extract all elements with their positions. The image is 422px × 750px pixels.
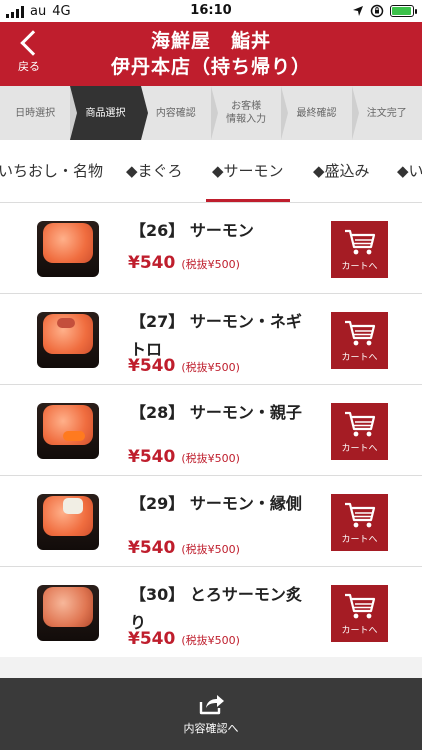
product-price: ¥540 (税抜¥500) <box>128 629 240 649</box>
product-name: 【26】 サーモン <box>130 221 254 240</box>
proceed-to-confirm-button[interactable]: 内容確認へ <box>0 678 422 750</box>
product-price: ¥540 (税抜¥500) <box>128 538 240 558</box>
product-price: ¥540 (税抜¥500) <box>128 447 240 467</box>
price-tax-excluded: (税抜¥500) <box>181 258 240 271</box>
page-title: 海鮮屋 鮨丼 伊丹本店（持ち帰り） <box>60 28 362 80</box>
tab-more[interactable]: ◆い <box>397 140 422 202</box>
cart-button-label: カートへ <box>341 626 378 636</box>
add-to-cart-button[interactable]: カートへ <box>331 585 388 642</box>
status-right <box>352 4 417 18</box>
product-image <box>33 304 103 374</box>
title-line-1: 海鮮屋 鮨丼 <box>150 30 271 52</box>
step-product-select: 商品選択 <box>70 86 149 140</box>
orientation-lock-icon <box>370 4 384 18</box>
price-tax-excluded: (税抜¥500) <box>181 634 240 647</box>
product-image <box>33 577 103 647</box>
product-image <box>33 486 103 556</box>
step-label: 内容確認 <box>155 107 196 119</box>
step-confirm: 内容確認 <box>141 86 219 140</box>
price-value: ¥540 <box>128 629 176 649</box>
shopping-cart-icon <box>344 320 375 346</box>
order-progress-steps: 日時選択 商品選択 内容確認 お客様 情報入力 最終確認 注文完了 <box>0 86 422 140</box>
price-value: ¥540 <box>128 538 176 558</box>
share-arrow-icon <box>199 695 224 715</box>
price-tax-excluded: (税抜¥500) <box>181 452 240 465</box>
product-price: ¥540 (税抜¥500) <box>128 253 240 273</box>
tab-assorted[interactable]: ◆盛込み <box>313 140 370 202</box>
shopping-cart-icon <box>344 411 375 437</box>
shopping-cart-icon <box>344 229 375 255</box>
step-label: お客様 情報入力 <box>226 101 267 125</box>
product-list: 【26】 サーモン ¥540 (税抜¥500) カートへ 【27】 サーモン・ネギ… <box>0 202 422 657</box>
cart-button-label: カートへ <box>341 262 378 272</box>
location-icon <box>353 6 363 16</box>
proceed-label: 内容確認へ <box>183 722 239 735</box>
product-image <box>33 395 103 465</box>
product-item[interactable]: 【30】 とろサーモン炙り ¥540 (税抜¥500) カートへ <box>0 566 422 657</box>
product-price: ¥540 (税抜¥500) <box>128 356 240 376</box>
step-label: 日時選択 <box>15 107 56 119</box>
tab-salmon[interactable]: ◆サーモン <box>206 140 290 202</box>
step-label: 最終確認 <box>296 107 337 119</box>
step-label: 注文完了 <box>366 107 407 119</box>
product-name: 【28】 サーモン・親子 <box>130 403 302 422</box>
back-label: 戻る <box>18 60 40 73</box>
price-value: ¥540 <box>128 253 176 273</box>
product-name: 【29】 サーモン・縁側 <box>130 494 302 513</box>
chevron-left-icon <box>20 30 46 56</box>
shopping-cart-icon <box>344 502 375 528</box>
price-value: ¥540 <box>128 356 176 376</box>
step-final-check: 最終確認 <box>281 86 360 140</box>
product-item[interactable]: 【28】 サーモン・親子 ¥540 (税抜¥500) カートへ <box>0 384 422 475</box>
cart-button-label: カートへ <box>341 353 378 363</box>
product-image <box>33 213 103 283</box>
step-customer-info: お客様 情報入力 <box>211 86 289 140</box>
tab-recommended[interactable]: いちおし・名物 <box>0 140 103 202</box>
add-to-cart-button[interactable]: カートへ <box>331 312 388 369</box>
status-bar: au 4G 16:10 <box>0 0 422 22</box>
tab-tuna[interactable]: ◆まぐろ <box>126 140 183 202</box>
product-item[interactable]: 【29】 サーモン・縁側 ¥540 (税抜¥500) カートへ <box>0 475 422 566</box>
price-tax-excluded: (税抜¥500) <box>181 543 240 556</box>
step-label: 商品選択 <box>85 107 126 119</box>
price-tax-excluded: (税抜¥500) <box>181 361 240 374</box>
battery-icon <box>390 5 417 17</box>
product-item[interactable]: 【26】 サーモン ¥540 (税抜¥500) カートへ <box>0 202 422 293</box>
title-line-2: 伊丹本店（持ち帰り） <box>110 56 311 78</box>
cart-button-label: カートへ <box>341 535 378 545</box>
category-tabs: いちおし・名物 ◆まぐろ ◆サーモン ◆盛込み ◆い <box>0 140 422 202</box>
step-datetime: 日時選択 <box>0 86 78 140</box>
step-complete: 注文完了 <box>352 86 422 140</box>
add-to-cart-button[interactable]: カートへ <box>331 494 388 551</box>
back-button[interactable]: 戻る <box>0 22 58 86</box>
add-to-cart-button[interactable]: カートへ <box>331 221 388 278</box>
app-header: 戻る 海鮮屋 鮨丼 伊丹本店（持ち帰り） <box>0 22 422 86</box>
shopping-cart-icon <box>344 593 375 619</box>
add-to-cart-button[interactable]: カートへ <box>331 403 388 460</box>
cart-button-label: カートへ <box>341 444 378 454</box>
product-item[interactable]: 【27】 サーモン・ネギトロ ¥540 (税抜¥500) カートへ <box>0 293 422 384</box>
price-value: ¥540 <box>128 447 176 467</box>
